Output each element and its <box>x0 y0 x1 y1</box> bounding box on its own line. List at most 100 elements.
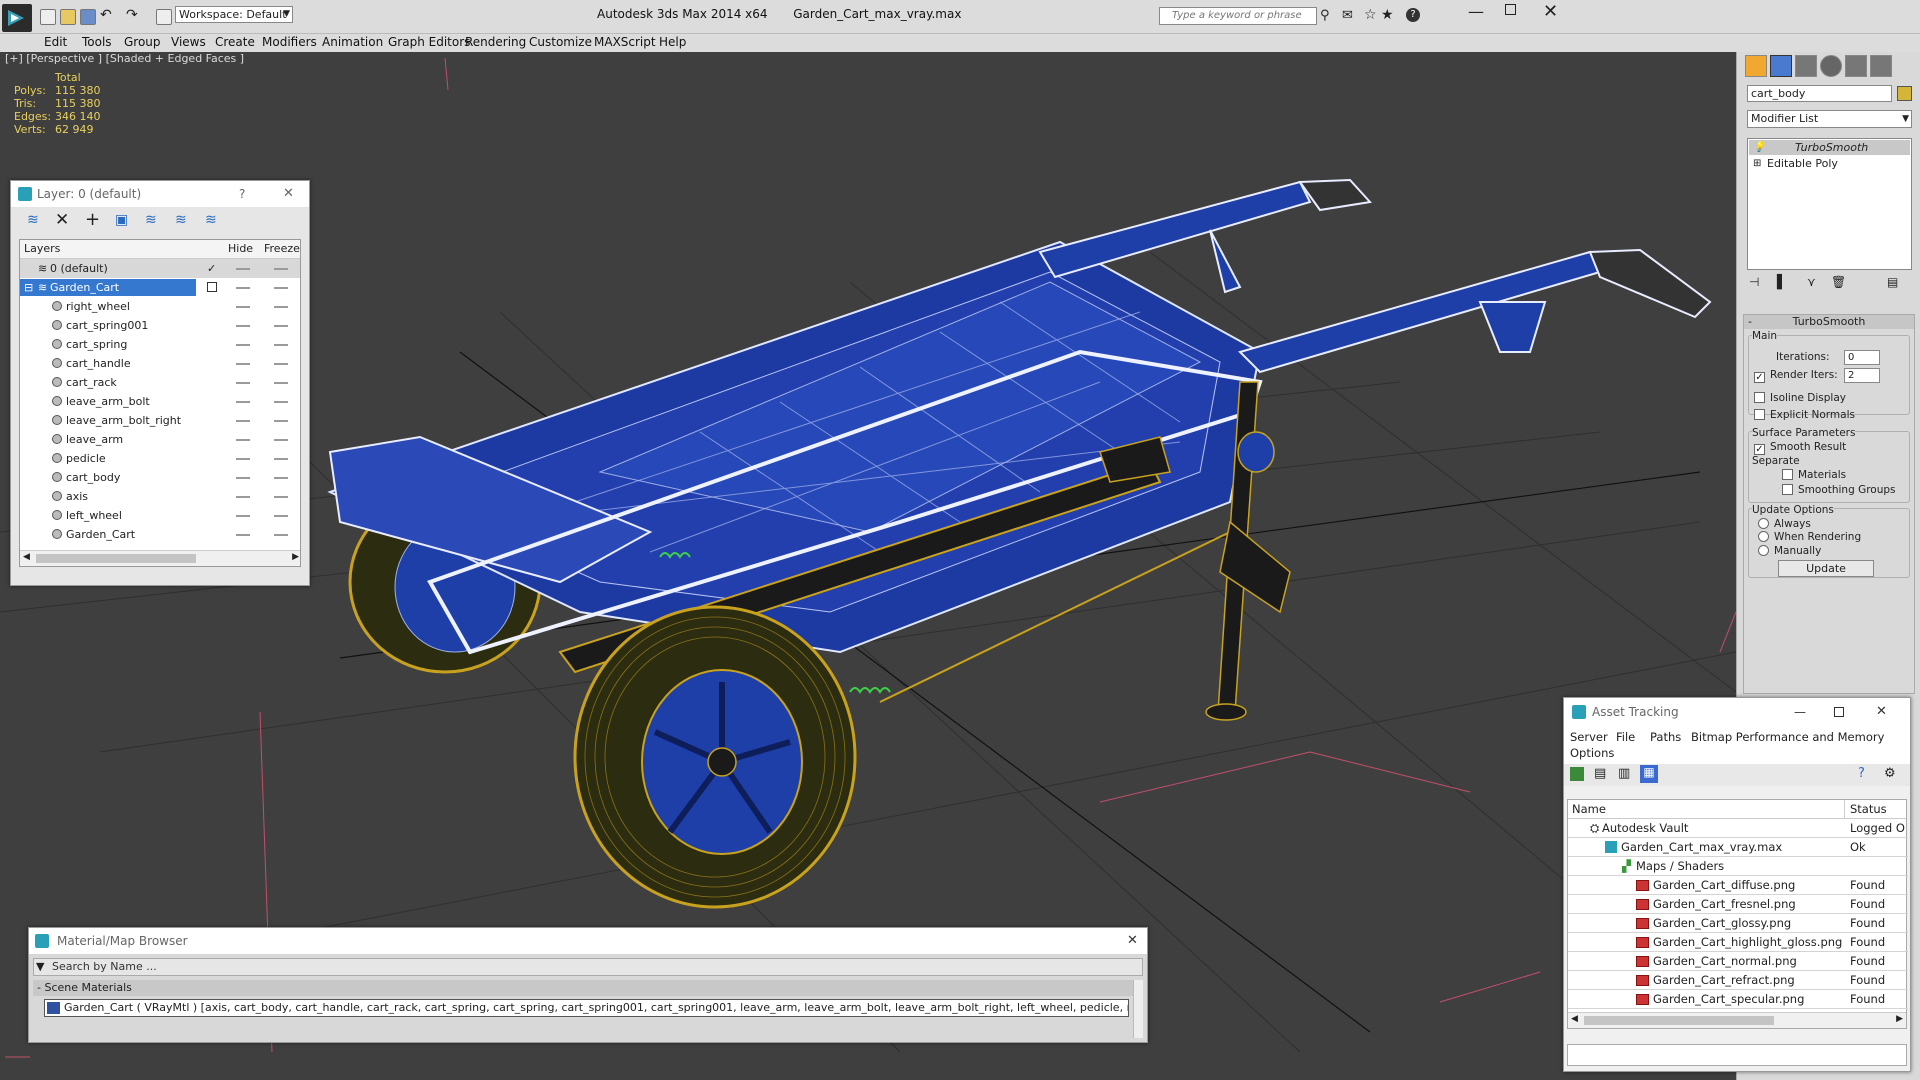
freeze-toggle[interactable] <box>274 306 288 308</box>
help-icon[interactable]: ? <box>1406 8 1420 22</box>
asset-row[interactable]: Garden_Cart_fresnel.png Found <box>1568 895 1908 914</box>
menu-edit[interactable]: Edit <box>44 35 67 49</box>
asset-path-field[interactable] <box>1567 1044 1907 1066</box>
render-iters-spinner[interactable]: 2 <box>1844 368 1880 383</box>
utilities-tab-icon[interactable] <box>1870 55 1892 77</box>
menu-paths[interactable]: Paths <box>1650 730 1681 744</box>
col-name[interactable]: Name <box>1572 800 1606 819</box>
horizontal-scrollbar[interactable]: ◀ ▶ <box>1568 1012 1906 1028</box>
when-rendering-radio[interactable]: When Rendering <box>1758 531 1861 543</box>
communication-icon[interactable]: ✉ <box>1342 8 1353 23</box>
minimize-button[interactable]: — <box>1468 2 1484 21</box>
freeze-toggle[interactable] <box>274 363 288 365</box>
menu-animation[interactable]: Animation <box>322 35 383 49</box>
close-button[interactable]: ✕ <box>1543 1 1558 22</box>
freeze-all-layers-icon[interactable]: ≋ <box>205 212 217 228</box>
workspace-dropdown[interactable]: Workspace: Default ▼ <box>175 6 293 23</box>
close-icon[interactable]: ✕ <box>283 181 294 207</box>
asset-row[interactable]: ▞ Maps / Shaders <box>1568 857 1908 876</box>
search-box[interactable]: Type a keyword or phrase <box>1159 7 1317 25</box>
col-status[interactable]: Status <box>1850 800 1887 819</box>
rollout-header[interactable]: - TurboSmooth <box>1744 315 1914 329</box>
menu-bitmap-performance[interactable]: Bitmap Performance and Memory <box>1691 730 1884 744</box>
open-file-icon[interactable] <box>60 9 76 25</box>
manually-radio[interactable]: Manually <box>1758 545 1821 557</box>
freeze-toggle[interactable] <box>274 420 288 422</box>
scroll-thumb[interactable] <box>36 554 196 563</box>
menu-file[interactable]: File <box>1616 730 1635 744</box>
menu-server[interactable]: Server <box>1570 730 1608 744</box>
freeze-toggle[interactable] <box>274 382 288 384</box>
freeze-toggle[interactable] <box>274 496 288 498</box>
table-view-icon[interactable]: ▦ <box>1640 765 1658 783</box>
save-file-icon[interactable] <box>80 9 96 25</box>
scroll-right-icon[interactable]: ▶ <box>1896 1014 1903 1024</box>
hide-toggle[interactable] <box>236 325 250 327</box>
asset-list[interactable]: Name Status ⛭ Autodesk Vault Logged O Gard… <box>1567 799 1908 1029</box>
object-row[interactable]: cart_body <box>20 468 300 487</box>
menu-tools[interactable]: Tools <box>82 35 112 49</box>
material-search-bar[interactable]: ▼ Search by Name ... <box>33 958 1143 976</box>
maximize-button[interactable] <box>1505 4 1516 15</box>
highlight-layer-icon[interactable]: ≋ <box>145 212 157 228</box>
object-row[interactable]: leave_arm_bolt_right <box>20 411 300 430</box>
col-freeze[interactable]: Freeze <box>264 240 300 258</box>
modify-tab-icon[interactable] <box>1770 55 1792 77</box>
favorites-icon[interactable]: ☆ <box>1364 7 1377 23</box>
menu-create[interactable]: Create <box>215 35 255 49</box>
hide-toggle[interactable] <box>236 382 250 384</box>
undo-icon[interactable]: ↶ <box>100 7 112 23</box>
layer-row-garden-cart[interactable]: ⊟ ≋ Garden_Cart <box>20 278 300 297</box>
layer-list[interactable]: Layers Hide Freeze ≋ 0 (default) ✓ ⊟ ≋ G… <box>19 239 301 567</box>
make-unique-icon[interactable]: ⋎ <box>1807 275 1816 289</box>
show-end-result-icon[interactable]: ▌ <box>1777 275 1787 290</box>
smoothing-groups-checkbox[interactable]: Smoothing Groups <box>1782 484 1896 496</box>
update-button[interactable]: Update <box>1778 560 1874 577</box>
menu-maxscript[interactable]: MAXScript <box>594 35 656 49</box>
set-current-box[interactable] <box>207 282 217 292</box>
asset-row[interactable]: Garden_Cart_glossy.png Found <box>1568 914 1908 933</box>
maximize-button[interactable] <box>1834 707 1844 717</box>
modifier-list-dropdown[interactable]: Modifier List ▼ <box>1747 110 1912 128</box>
menu-modifiers[interactable]: Modifiers <box>262 35 317 49</box>
hide-toggle[interactable] <box>236 287 250 289</box>
hide-toggle[interactable] <box>236 458 250 460</box>
asset-row[interactable]: Garden_Cart_max_vray.max Ok <box>1568 838 1908 857</box>
collapse-icon[interactable]: ⊟ <box>24 278 33 297</box>
asset-row[interactable]: Garden_Cart_normal.png Found <box>1568 952 1908 971</box>
object-row[interactable]: cart_spring001 <box>20 316 300 335</box>
iterations-spinner[interactable]: 0 <box>1844 350 1880 365</box>
menu-rendering[interactable]: Rendering <box>465 35 526 49</box>
freeze-toggle[interactable] <box>274 268 288 270</box>
modifier-stack[interactable]: 💡 TurboSmooth ⊞ Editable Poly <box>1747 138 1912 270</box>
pin-stack-icon[interactable]: ⊣ <box>1749 275 1759 289</box>
create-tab-icon[interactable] <box>1745 55 1767 77</box>
hide-toggle[interactable] <box>236 534 250 536</box>
scene-materials-section[interactable]: - Scene Materials <box>33 980 1143 996</box>
asset-row[interactable]: ⛭ Autodesk Vault Logged O <box>1568 819 1908 838</box>
motion-tab-icon[interactable] <box>1820 55 1842 77</box>
object-row[interactable]: right_wheel <box>20 297 300 316</box>
hide-toggle[interactable] <box>236 439 250 441</box>
refresh-icon[interactable] <box>1570 767 1584 781</box>
asset-row[interactable]: Garden_Cart_highlight_gloss.png Found <box>1568 933 1908 952</box>
create-layer-icon[interactable]: ≋ <box>27 212 39 228</box>
binoculars-icon[interactable]: ⚲ <box>1320 8 1330 23</box>
object-color-swatch[interactable] <box>1897 86 1912 101</box>
object-row[interactable]: cart_spring <box>20 335 300 354</box>
configure-modifier-sets-icon[interactable]: ▤ <box>1887 275 1898 289</box>
always-radio[interactable]: Always <box>1758 518 1811 530</box>
minimize-button[interactable]: — <box>1794 698 1806 726</box>
remove-modifier-icon[interactable]: 🗑 <box>1831 275 1846 289</box>
hide-toggle[interactable] <box>236 420 250 422</box>
scroll-right-icon[interactable]: ▶ <box>292 552 299 562</box>
app-logo-icon[interactable] <box>2 4 32 32</box>
close-button[interactable]: ✕ <box>1876 698 1887 726</box>
list-view-icon[interactable]: ▤ <box>1594 766 1606 781</box>
lightbulb-icon[interactable]: 💡 <box>1753 140 1765 155</box>
freeze-toggle[interactable] <box>274 344 288 346</box>
display-tab-icon[interactable] <box>1845 55 1867 77</box>
object-row[interactable]: left_wheel <box>20 506 300 525</box>
settings-icon[interactable]: ⚙ <box>1884 766 1896 781</box>
viewport-label[interactable]: [+] [Perspective ] [Shaded + Edged Faces… <box>5 52 244 65</box>
